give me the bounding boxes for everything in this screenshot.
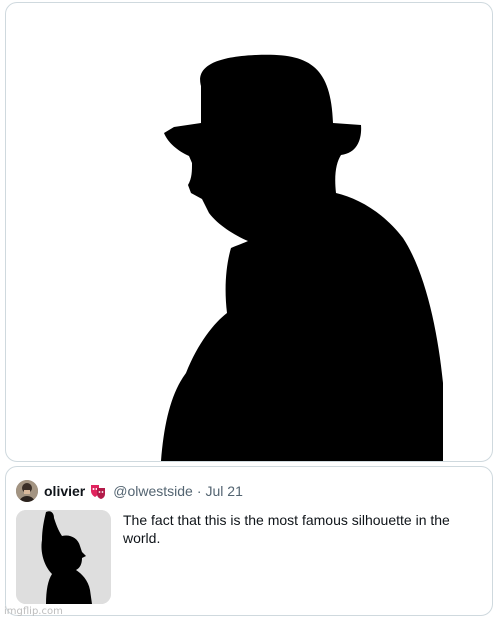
user-handle[interactable]: @olwestside — [113, 483, 193, 499]
tweet-header: olivier @olwestside · Jul 21 — [16, 479, 243, 503]
silhouette-thumbnail[interactable] — [16, 510, 111, 604]
separator-dot: · — [196, 483, 202, 499]
avatar[interactable] — [16, 480, 38, 502]
mask-icon — [89, 482, 107, 500]
man-in-hat-silhouette — [161, 54, 443, 461]
woman-ponytail-silhouette — [16, 510, 111, 604]
display-name[interactable]: olivier — [44, 483, 85, 499]
tweet-text: The fact that this is the most famous si… — [123, 512, 450, 546]
quoted-tweet-card[interactable]: olivier @olwestside · Jul 21 The fact th… — [5, 466, 493, 616]
imgflip-watermark: imgflip.com — [4, 606, 63, 617]
image-card[interactable] — [5, 2, 493, 462]
tweet-date[interactable]: Jul 21 — [206, 483, 243, 499]
